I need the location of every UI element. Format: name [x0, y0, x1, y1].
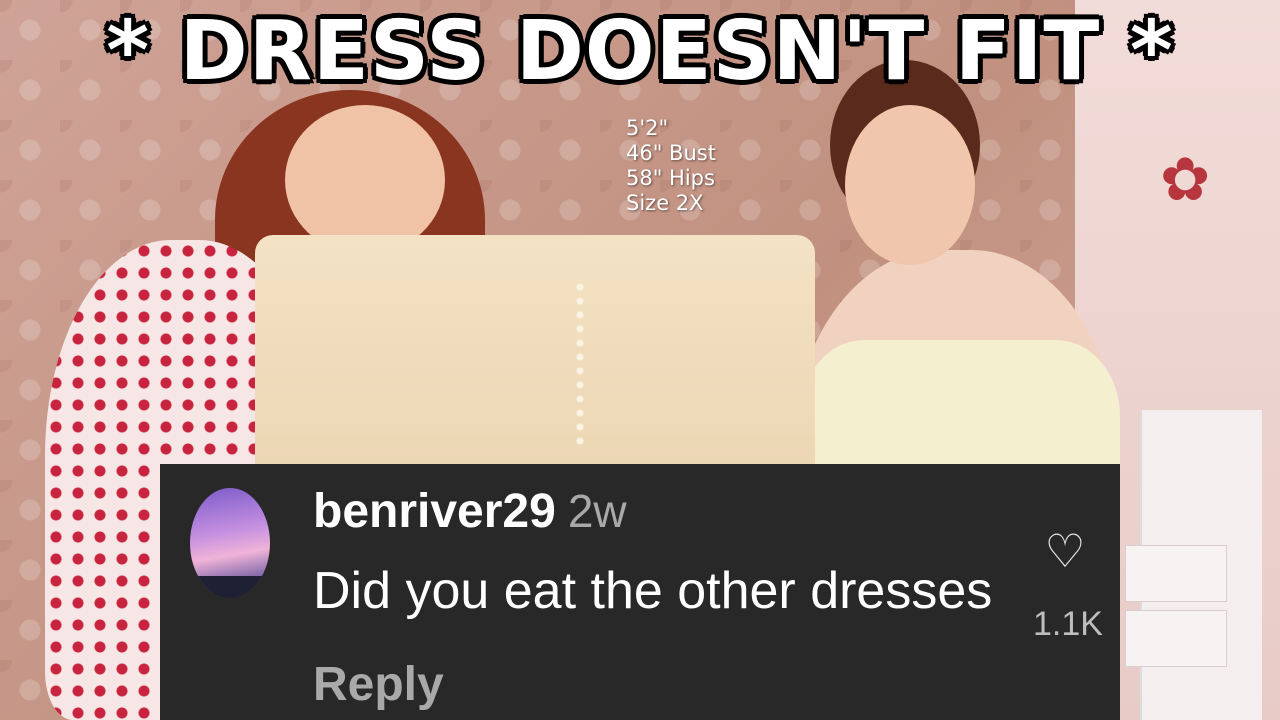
dress-buttons [575, 280, 585, 450]
username[interactable]: benriver29 [313, 485, 556, 538]
heart-outline-icon[interactable]: ♡ [1040, 526, 1090, 576]
drawer [1125, 545, 1227, 602]
bow-decoration-icon: ✿ [1160, 146, 1211, 213]
stat-bust: 46" Bust [626, 141, 716, 165]
like-count: 1.1K [1033, 605, 1103, 643]
stat-size: Size 2X [626, 191, 704, 215]
person-right-face [845, 105, 975, 265]
reply-button[interactable]: Reply [313, 655, 444, 715]
stat-hips: 58" Hips [626, 166, 715, 190]
stat-height: 5'2" [626, 116, 669, 140]
comment-text: Did you eat the other dresses [313, 562, 993, 620]
comment-author[interactable]: benriver29 2w [313, 482, 627, 541]
headline-caption: * DRESS DOESN'T FIT * [106, 4, 1174, 99]
person-left-face [285, 105, 445, 255]
avatar[interactable] [190, 488, 270, 598]
held-dress [255, 235, 815, 475]
drawer [1125, 610, 1227, 667]
measurement-stats: 5'2" 46" Bust 58" Hips Size 2X [626, 116, 716, 216]
comment-age: 2w [567, 485, 627, 537]
